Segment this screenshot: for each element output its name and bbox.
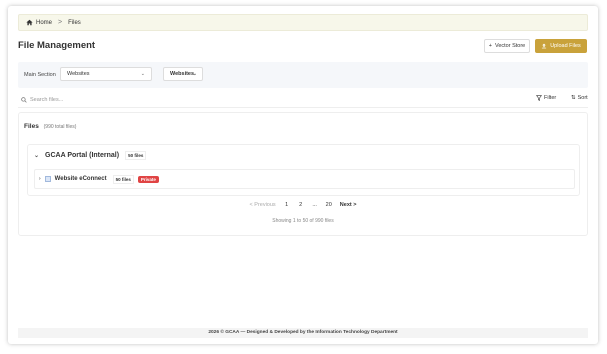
search-row: Filter ⇅ Sort: [18, 92, 588, 108]
app-window: Home > Files File Management + Vector St…: [8, 6, 598, 344]
sort-button[interactable]: ⇅ Sort: [571, 95, 588, 101]
vector-store-label: Vector Store: [494, 43, 526, 49]
sort-icon: ⇅: [571, 95, 576, 101]
next-page-button[interactable]: Next >: [340, 202, 357, 208]
upload-icon: [542, 43, 547, 49]
list-item-count-badge: 50 files: [112, 174, 134, 184]
footer: 2026 © GCAA — Designed & Developed by th…: [18, 328, 588, 338]
file-group-count-badge: 50 files: [125, 150, 147, 160]
sub-section-select[interactable]: Websites ⌄: [163, 67, 203, 81]
search-input[interactable]: [18, 94, 498, 106]
plus-icon: +: [488, 43, 492, 49]
chevron-right-icon: ›: [39, 176, 41, 182]
file-group: ⌄ GCAA Portal (Internal) 50 files › Webs…: [27, 144, 580, 196]
breadcrumb-separator: >: [58, 19, 63, 26]
breadcrumb-current: Files: [68, 19, 81, 26]
private-badge: Private: [137, 175, 159, 183]
file-group-header[interactable]: ⌄ GCAA Portal (Internal) 50 files: [28, 145, 579, 165]
filter-icon: [536, 95, 542, 101]
files-heading: Files (990 total files): [24, 123, 76, 130]
filter-label: Filter: [544, 95, 557, 101]
chevron-down-icon: ⌄: [192, 71, 197, 77]
chevron-down-icon: ⌄: [34, 152, 40, 159]
vector-store-button[interactable]: + Vector Store: [484, 39, 530, 53]
sort-label: Sort: [577, 95, 588, 101]
home-icon: [26, 19, 33, 26]
pagination-info: Showing 1 to 50 of 990 files: [272, 218, 334, 224]
filter-button[interactable]: Filter: [536, 95, 556, 101]
breadcrumb: Home > Files: [18, 14, 588, 31]
files-card: Files (990 total files) ⌄ GCAA Portal (I…: [18, 112, 588, 236]
upload-files-button[interactable]: Upload Files: [535, 39, 587, 53]
main-section-value: Websites: [67, 71, 90, 77]
pagination: < Previous 1 2 ... 20 Next >: [19, 202, 587, 208]
breadcrumb-home-link[interactable]: Home: [36, 20, 52, 26]
list-item[interactable]: › Website eConnect 50 files Private: [34, 169, 575, 189]
main-section-select[interactable]: Websites ⌄: [60, 67, 152, 81]
previous-page-button[interactable]: < Previous: [250, 202, 276, 208]
page-button-20[interactable]: 20: [326, 202, 332, 208]
sub-section-value: Websites: [170, 71, 195, 77]
page-ellipsis: ...: [312, 202, 317, 208]
page-title: File Management: [18, 40, 96, 51]
folder-icon: [44, 176, 51, 182]
files-total-count: (990 total files): [43, 124, 77, 130]
list-item-name: Website eConnect: [54, 176, 107, 182]
page-button-1[interactable]: 1: [284, 202, 290, 208]
files-heading-label: Files: [24, 123, 39, 130]
file-group-name: GCAA Portal (Internal): [45, 151, 120, 159]
main-section-label: Main Section: [24, 72, 56, 78]
upload-files-label: Upload Files: [550, 43, 581, 49]
chevron-down-icon: ⌄: [140, 71, 145, 77]
filter-bar: Main Section Websites ⌄ Websites ⌄: [18, 62, 588, 88]
page-button-2[interactable]: 2: [298, 202, 304, 208]
